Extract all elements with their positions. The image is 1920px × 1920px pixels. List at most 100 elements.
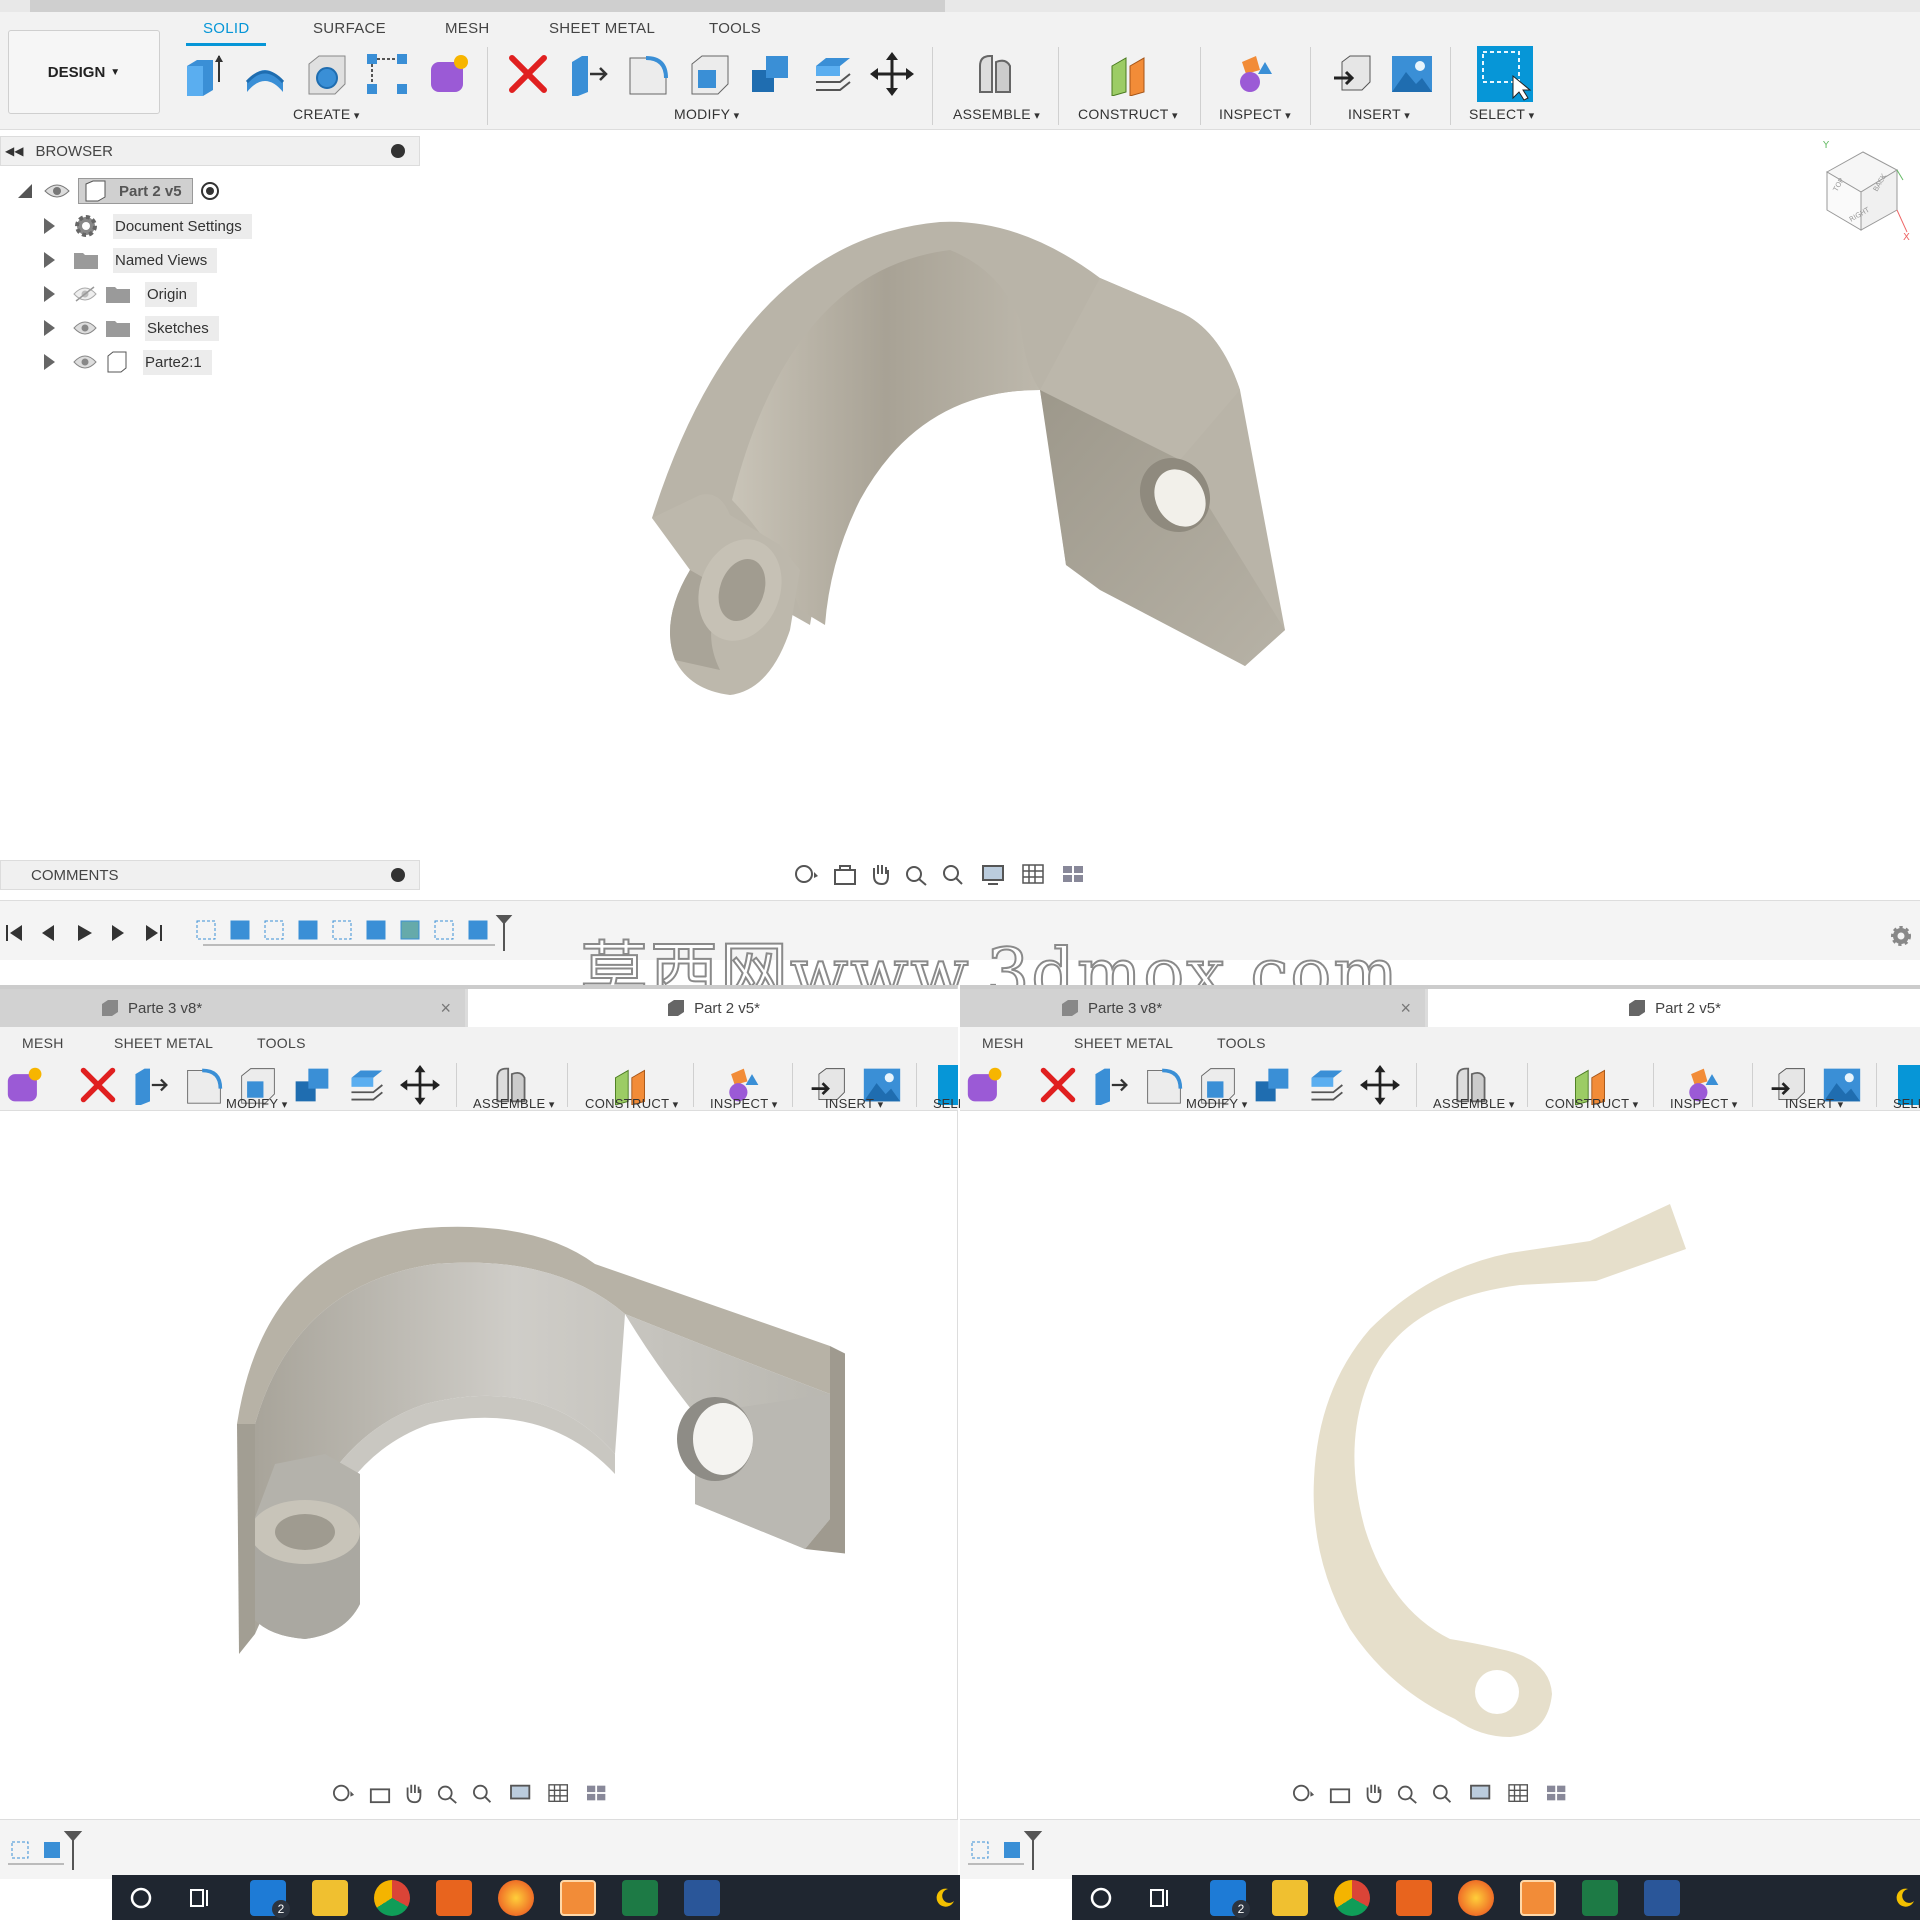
tab-mesh[interactable]: MESH: [22, 1035, 64, 1051]
tab-surface[interactable]: SURFACE: [313, 20, 386, 37]
collapse-triangle-icon[interactable]: [18, 184, 32, 198]
browser-root-row[interactable]: Part 2 v5: [18, 176, 221, 206]
night-light-icon[interactable]: [1894, 1887, 1916, 1909]
create-form-icon[interactable]: [6, 1065, 46, 1105]
assemble-menu[interactable]: ASSEMBLE: [473, 1096, 555, 1111]
insert-menu[interactable]: INSERT: [825, 1096, 883, 1111]
collapse-panel-icon[interactable]: ◀◀: [5, 144, 23, 158]
delete-icon[interactable]: [1038, 1065, 1078, 1105]
mail-icon[interactable]: 2: [250, 1880, 290, 1918]
viewports-icon[interactable]: [1544, 1782, 1572, 1804]
zoom-icon[interactable]: [436, 1782, 460, 1804]
assemble-menu[interactable]: ASSEMBLE: [953, 106, 1040, 122]
viewcube[interactable]: TOP BACK RIGHT Y X: [1815, 140, 1915, 250]
browser-item-origin[interactable]: Origin: [44, 279, 198, 309]
file-explorer-icon[interactable]: [1272, 1880, 1308, 1916]
press-pull-icon[interactable]: [1090, 1065, 1130, 1105]
look-at-icon[interactable]: [368, 1782, 392, 1804]
tab-mesh[interactable]: MESH: [445, 20, 490, 37]
expand-triangle-icon[interactable]: [44, 320, 55, 336]
look-at-icon[interactable]: [1328, 1782, 1352, 1804]
tab-tools[interactable]: TOOLS: [1217, 1035, 1266, 1051]
night-light-icon[interactable]: [934, 1887, 956, 1909]
tab-sheet-metal[interactable]: SHEET METAL: [114, 1035, 213, 1051]
timeline-play-icon[interactable]: [74, 923, 94, 943]
document-tab-active[interactable]: Part 2 v5*: [1428, 989, 1920, 1027]
root-component[interactable]: Part 2 v5: [78, 178, 193, 204]
firefox-icon[interactable]: [1458, 1880, 1494, 1916]
delete-icon[interactable]: [78, 1065, 118, 1105]
construct-menu[interactable]: CONSTRUCT: [1078, 106, 1178, 122]
zoom-icon[interactable]: [1396, 1782, 1420, 1804]
fit-icon[interactable]: [940, 862, 970, 886]
display-settings-icon[interactable]: [980, 862, 1010, 886]
close-tab-icon[interactable]: ×: [440, 998, 451, 1019]
measure-icon[interactable]: [1232, 52, 1276, 96]
select-menu[interactable]: SELECT: [1469, 106, 1534, 122]
offset-face-icon[interactable]: [810, 52, 854, 96]
inspect-menu[interactable]: INSPECT: [1670, 1096, 1738, 1111]
timeline-features[interactable]: [195, 915, 515, 951]
file-explorer-icon[interactable]: [312, 1880, 348, 1916]
task-view-icon[interactable]: [188, 1885, 214, 1911]
chrome-icon[interactable]: [1334, 1880, 1370, 1916]
create-form-icon[interactable]: [427, 52, 471, 96]
insert-derive-icon[interactable]: [1330, 52, 1374, 96]
photoshop-icon[interactable]: [1396, 1880, 1432, 1916]
create-menu[interactable]: CREATE: [293, 106, 360, 122]
modify-menu[interactable]: MODIFY: [1186, 1096, 1248, 1111]
orbit-icon[interactable]: [792, 862, 822, 886]
inspect-menu[interactable]: INSPECT: [1219, 106, 1291, 122]
browser-item-document-settings[interactable]: Document Settings: [44, 211, 252, 241]
eye-icon[interactable]: [73, 354, 97, 370]
pan-icon[interactable]: [402, 1782, 426, 1804]
insert-menu[interactable]: INSERT: [1348, 106, 1410, 122]
tab-solid[interactable]: SOLID: [203, 20, 250, 37]
look-at-icon[interactable]: [832, 862, 858, 886]
pan-icon[interactable]: [868, 862, 894, 886]
press-pull-icon[interactable]: [566, 52, 610, 96]
orbit-icon[interactable]: [1290, 1782, 1318, 1804]
press-pull-icon[interactable]: [130, 1065, 170, 1105]
assemble-menu[interactable]: ASSEMBLE: [1433, 1096, 1515, 1111]
extrude-icon[interactable]: [183, 52, 227, 96]
pattern-icon[interactable]: [365, 52, 409, 96]
tab-sheet-metal[interactable]: SHEET METAL: [549, 20, 655, 37]
offset-plane-icon[interactable]: [1106, 52, 1150, 96]
combine-icon[interactable]: [1252, 1065, 1292, 1105]
timeline-next-icon[interactable]: [108, 923, 128, 943]
fusion-icon[interactable]: [1520, 1880, 1556, 1916]
part-model-3d-view[interactable]: [620, 200, 1300, 720]
search-icon[interactable]: [128, 1885, 154, 1911]
tab-sheet-metal[interactable]: SHEET METAL: [1074, 1035, 1173, 1051]
eye-icon[interactable]: [44, 183, 70, 199]
zoom-icon[interactable]: [904, 862, 930, 886]
hole-icon[interactable]: [305, 52, 349, 96]
eye-icon[interactable]: [73, 320, 97, 336]
close-tab-icon[interactable]: ×: [1400, 998, 1411, 1019]
move-icon[interactable]: [400, 1065, 440, 1105]
modify-menu[interactable]: MODIFY: [674, 106, 739, 122]
sketch-profile-view[interactable]: [1290, 1189, 1690, 1749]
fit-icon[interactable]: [1430, 1782, 1458, 1804]
revolve-icon[interactable]: [243, 52, 287, 96]
offset-face-icon[interactable]: [1306, 1065, 1346, 1105]
move-icon[interactable]: [1360, 1065, 1400, 1105]
excel-icon[interactable]: [622, 1880, 658, 1916]
combine-icon[interactable]: [292, 1065, 332, 1105]
timeline-last-icon[interactable]: [144, 923, 164, 943]
document-tab-inactive[interactable]: Parte 3 v8* ×: [960, 989, 1425, 1027]
timeline-settings-gear-icon[interactable]: [1888, 923, 1914, 949]
select-icon[interactable]: [1477, 46, 1533, 102]
insert-menu[interactable]: INSERT: [1785, 1096, 1843, 1111]
create-form-icon[interactable]: [966, 1065, 1006, 1105]
fit-icon[interactable]: [470, 1782, 498, 1804]
timeline-first-icon[interactable]: [4, 923, 24, 943]
browser-item-sketches[interactable]: Sketches: [44, 313, 219, 343]
grid-settings-icon[interactable]: [1020, 862, 1050, 886]
browser-item-named-views[interactable]: Named Views: [44, 245, 218, 275]
viewports-icon[interactable]: [584, 1782, 612, 1804]
task-view-icon[interactable]: [1148, 1885, 1174, 1911]
joint-icon[interactable]: [972, 52, 1016, 96]
tab-tools[interactable]: TOOLS: [257, 1035, 306, 1051]
